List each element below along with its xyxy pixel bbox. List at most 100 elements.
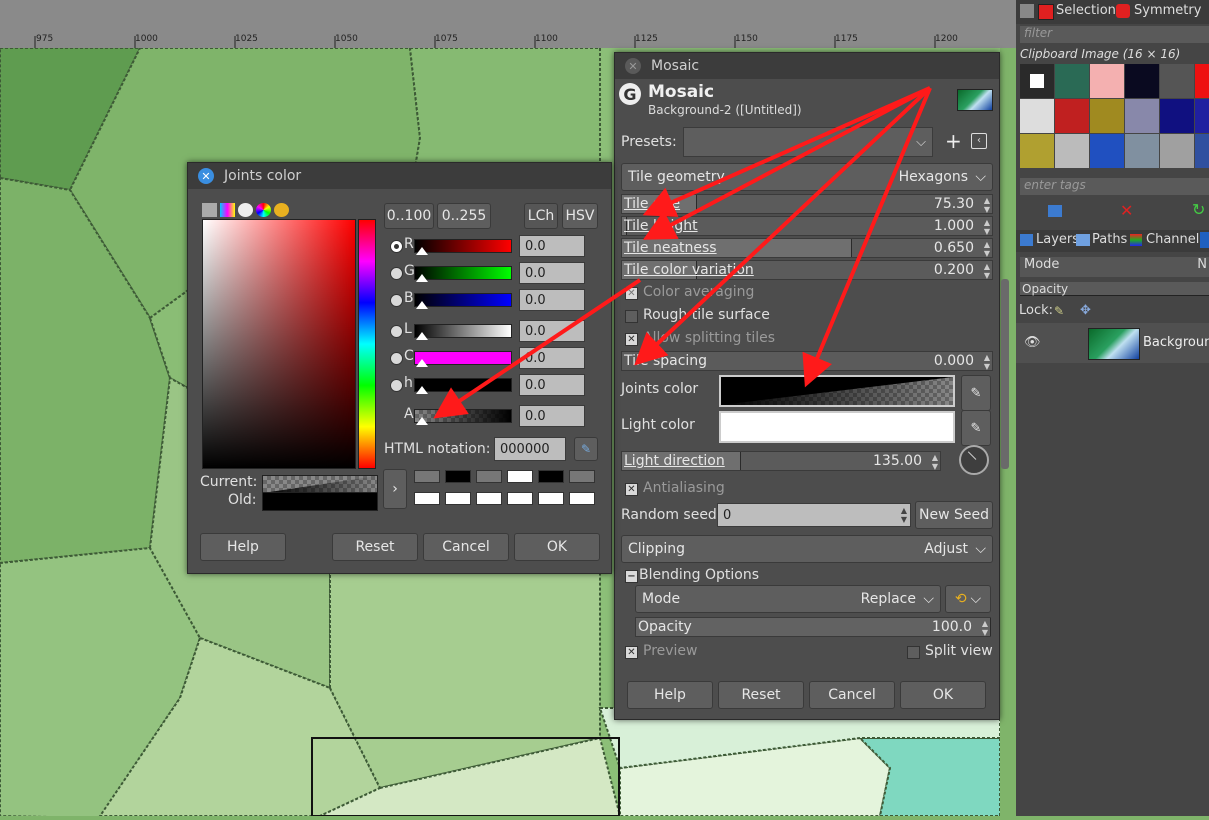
light-color-picker-button[interactable]: ✎ — [961, 410, 991, 446]
rough-tile-checkbox[interactable] — [625, 310, 638, 323]
cancel-button[interactable]: Cancel — [423, 533, 509, 561]
color-averaging-checkbox[interactable]: ✕ — [625, 287, 638, 300]
history-swatch[interactable] — [569, 492, 595, 505]
g-radio[interactable] — [390, 267, 403, 280]
joints-titlebar[interactable]: ✕ Joints color — [188, 163, 611, 189]
tags-input[interactable]: enter tags — [1020, 178, 1209, 195]
b-radio[interactable] — [390, 294, 403, 307]
spin-arrows-icon[interactable]: ▲ ▼ — [984, 353, 990, 371]
history-swatch[interactable] — [507, 470, 533, 483]
b-slider[interactable] — [414, 293, 512, 307]
help-button[interactable]: Help — [200, 533, 286, 561]
h-radio[interactable] — [390, 379, 403, 392]
tile-color-variation-slider[interactable]: Tile color variation 0.200 ▲ ▼ — [621, 260, 993, 280]
spin-arrows-icon[interactable]: ▲ ▼ — [984, 240, 990, 258]
tab-overflow-icon[interactable] — [1200, 232, 1209, 248]
spin-arrows-icon[interactable]: ▲ ▼ — [984, 262, 990, 280]
spin-arrows-icon[interactable]: ▲ ▼ — [932, 453, 938, 471]
watercolor-tab-icon[interactable] — [238, 203, 253, 217]
pattern-grid[interactable] — [1020, 64, 1209, 174]
tile-size-slider[interactable]: Tile size 75.30 ▲ ▼ — [621, 194, 993, 214]
lock-alpha-icon[interactable] — [1107, 305, 1120, 317]
move-tool-icon[interactable] — [1020, 4, 1034, 18]
tab-symmetry[interactable]: Symmetry — [1134, 3, 1201, 18]
tile-spacing-slider[interactable]: Tile spacing 0.000 ▲ ▼ — [621, 351, 993, 371]
close-icon[interactable]: ✕ — [198, 168, 214, 184]
filter-input[interactable]: filter — [1020, 26, 1209, 43]
hsv-button[interactable]: HSV — [562, 203, 598, 229]
mosaic-titlebar[interactable]: ✕ Mosaic — [615, 53, 999, 79]
tab-channels[interactable]: Channels — [1146, 232, 1206, 247]
add-preset-icon[interactable]: + — [945, 129, 962, 153]
preset-menu-icon[interactable]: ‹ — [971, 133, 987, 149]
history-swatch[interactable] — [538, 470, 564, 483]
horizontal-ruler[interactable]: 975 1000 1025 1050 1075 1100 1125 1150 1… — [0, 0, 1016, 48]
reset-button[interactable]: Reset — [332, 533, 418, 561]
hue-strip[interactable] — [358, 219, 376, 469]
history-swatch[interactable] — [476, 492, 502, 505]
c-radio[interactable] — [390, 352, 403, 365]
tab-selection[interactable]: Selection — [1056, 3, 1116, 18]
scales-tab-icon[interactable] — [202, 203, 217, 217]
g-slider[interactable] — [414, 266, 512, 280]
a-slider[interactable] — [414, 409, 512, 423]
l-input[interactable]: 0.0 — [519, 320, 585, 342]
layer-name[interactable]: Background — [1143, 335, 1209, 350]
joints-color-button[interactable] — [719, 375, 955, 407]
red-color-icon[interactable] — [1038, 4, 1054, 20]
allow-splitting-checkbox[interactable]: ✕ — [625, 333, 638, 346]
light-direction-slider[interactable]: Light direction 135.00 ▲ ▼ — [621, 451, 941, 471]
tab-paths[interactable]: Paths — [1092, 232, 1127, 247]
cancel-button[interactable]: Cancel — [809, 681, 895, 709]
r-input[interactable]: 0.0 — [519, 235, 585, 257]
b-input[interactable]: 0.0 — [519, 289, 585, 311]
composite-mode-button[interactable]: ⟲ ⌵ — [945, 585, 991, 613]
presets-combo[interactable]: ⌵ — [683, 127, 933, 157]
blend-opacity-slider[interactable]: Opacity 100.0 ▲ ▼ — [635, 617, 991, 637]
html-notation-input[interactable]: 000000 — [494, 437, 566, 461]
ok-button[interactable]: OK — [900, 681, 986, 709]
a-thumb[interactable] — [416, 417, 428, 425]
l-thumb[interactable] — [416, 332, 428, 340]
random-seed-input[interactable]: 0 ▲ ▼ — [717, 503, 911, 527]
copy-icon[interactable] — [1048, 205, 1062, 217]
palette-tab-icon[interactable] — [274, 203, 289, 217]
help-button[interactable]: Help — [627, 681, 713, 709]
history-swatch[interactable] — [538, 492, 564, 505]
antialiasing-checkbox[interactable]: ✕ — [625, 483, 638, 496]
light-color-button[interactable] — [719, 411, 955, 443]
history-expand-button[interactable]: › — [383, 469, 407, 509]
b-thumb[interactable] — [416, 301, 428, 309]
symmetry-icon[interactable] — [1116, 4, 1130, 18]
layer-row[interactable]: 👁 Background — [1016, 323, 1209, 363]
visibility-eye-icon[interactable]: 👁 — [1024, 335, 1041, 350]
spin-arrows-icon[interactable]: ▲ ▼ — [984, 218, 990, 236]
c-slider[interactable] — [414, 351, 512, 365]
history-swatch[interactable] — [414, 492, 440, 505]
layer-opacity-slider[interactable]: Opacity — [1020, 282, 1209, 296]
r-thumb[interactable] — [416, 247, 428, 255]
c-input[interactable]: 0.0 — [519, 347, 585, 369]
layer-mode-select[interactable]: Mode N — [1020, 257, 1209, 277]
l-slider[interactable] — [414, 324, 512, 338]
spin-arrows-icon[interactable]: ▲ ▼ — [984, 196, 990, 214]
cmyk-tab-icon[interactable] — [220, 203, 235, 217]
new-seed-button[interactable]: New Seed — [915, 501, 993, 529]
history-swatch[interactable] — [569, 470, 595, 483]
range-0-255-button[interactable]: 0..255 — [437, 203, 491, 229]
color-area[interactable] — [202, 219, 356, 469]
tab-layers[interactable]: Layers — [1036, 232, 1079, 247]
history-swatch[interactable] — [445, 470, 471, 483]
tile-geometry-combo[interactable]: Tile geometry Hexagons ⌵ — [621, 163, 993, 191]
refresh-icon[interactable]: ↻ — [1192, 200, 1205, 219]
history-swatch[interactable] — [476, 470, 502, 483]
r-slider[interactable] — [414, 239, 512, 253]
ok-button[interactable]: OK — [514, 533, 600, 561]
history-swatch[interactable] — [414, 470, 440, 483]
blend-mode-combo[interactable]: Mode Replace ⌵ — [635, 585, 941, 613]
lock-position-icon[interactable]: ✥ — [1080, 303, 1091, 318]
history-swatch[interactable] — [445, 492, 471, 505]
light-direction-dial[interactable] — [959, 445, 989, 475]
wheel-tab-icon[interactable] — [256, 203, 271, 217]
preview-checkbox[interactable]: ✕ — [625, 646, 638, 659]
